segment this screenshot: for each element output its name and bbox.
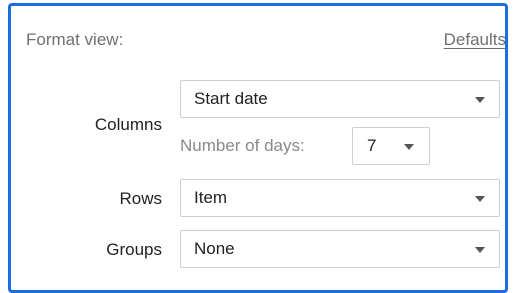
groups-select[interactable]: None bbox=[180, 230, 500, 268]
columns-select-value: Start date bbox=[194, 89, 268, 108]
columns-select[interactable]: Start date bbox=[180, 80, 500, 118]
number-of-days-label: Number of days: bbox=[180, 136, 305, 155]
chevron-down-icon bbox=[475, 97, 485, 103]
chevron-down-icon bbox=[475, 196, 485, 202]
rows-select[interactable]: Item bbox=[180, 179, 500, 217]
panel-header: Format view: Defaults bbox=[26, 30, 506, 54]
number-of-days-select[interactable]: 7 bbox=[352, 127, 430, 165]
groups-label: Groups bbox=[106, 240, 162, 259]
groups-select-value: None bbox=[194, 239, 235, 258]
columns-label: Columns bbox=[94, 115, 162, 134]
number-of-days-value: 7 bbox=[367, 136, 377, 155]
format-view-title: Format view: bbox=[26, 30, 124, 49]
chevron-down-icon bbox=[404, 144, 414, 150]
rows-label: Rows bbox=[119, 189, 162, 208]
chevron-down-icon bbox=[475, 247, 485, 253]
defaults-link[interactable]: Defaults bbox=[444, 30, 506, 50]
rows-select-value: Item bbox=[194, 188, 228, 207]
